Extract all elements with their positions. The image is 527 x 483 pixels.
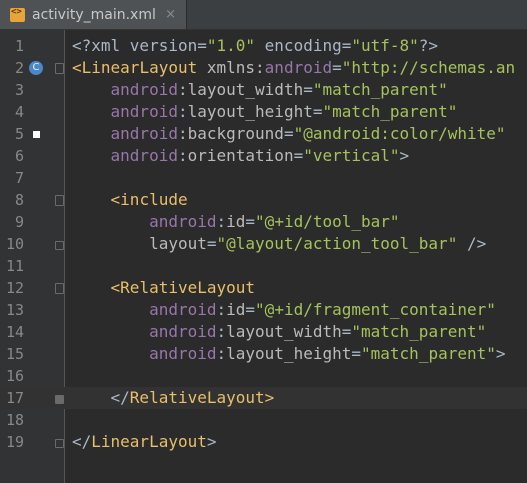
line-number: 6 (14, 147, 24, 165)
line-number: 2 (14, 59, 24, 77)
tab-filename: activity_main.xml (32, 6, 156, 23)
close-icon[interactable]: × (165, 7, 176, 22)
code-line[interactable]: 7 (0, 167, 527, 189)
code-text: android:layout_height="match_parent" (110, 102, 458, 121)
code-line[interactable]: 3 android:layout_width="match_parent" (0, 79, 527, 101)
code-text: android:layout_width="match_parent" (110, 80, 448, 99)
code-text: </LinearLayout> (72, 432, 217, 451)
line-number: 4 (14, 103, 24, 121)
code-line[interactable]: 15 android:layout_height="match_parent"> (0, 343, 527, 365)
line-number: 13 (5, 301, 24, 319)
code-line[interactable]: 8 <include (0, 189, 527, 211)
code-text: <include (110, 190, 188, 209)
fold-end-icon[interactable] (55, 439, 64, 448)
line-number: 1 (14, 37, 24, 55)
code-line[interactable]: 4 android:layout_height="match_parent" (0, 101, 527, 123)
color-swatch-icon[interactable] (33, 131, 40, 138)
code-line[interactable]: 1 <?xml version="1.0" encoding="utf-8"?> (0, 35, 527, 57)
code-line[interactable]: 6 android:orientation="vertical"> (0, 145, 527, 167)
line-number: 19 (5, 433, 24, 451)
code-text: android:layout_height="match_parent"> (149, 344, 506, 363)
tab-activity-main[interactable]: activity_main.xml × (0, 0, 187, 29)
line-number: 18 (5, 411, 24, 429)
line-number: 9 (14, 213, 24, 231)
code-line[interactable]: 18 (0, 409, 527, 431)
code-text: android:id="@+id/fragment_container" (149, 300, 496, 319)
line-number: 15 (5, 345, 24, 363)
line-number: 16 (5, 367, 24, 385)
code-text: android:id="@+id/tool_bar" (149, 212, 400, 231)
code-text: </RelativeLayout> (72, 388, 275, 407)
line-number: 8 (14, 191, 24, 209)
line-number: 5 (14, 125, 24, 143)
code-line[interactable]: 17 </RelativeLayout> (0, 387, 527, 409)
code-text: android:background="@android:color/white… (110, 124, 506, 143)
line-number: 7 (14, 169, 24, 187)
fold-start-icon[interactable] (55, 195, 64, 206)
code-line[interactable]: 5 android:background="@android:color/whi… (0, 123, 527, 145)
xml-file-icon (10, 7, 25, 22)
code-text: <?xml version="1.0" encoding="utf-8"?> (72, 36, 439, 55)
code-text: layout="@layout/action_tool_bar" /> (149, 234, 487, 253)
code-text: <RelativeLayout (110, 278, 256, 297)
class-marker-icon[interactable]: C (29, 61, 43, 75)
line-number: 11 (5, 257, 24, 275)
code-editor[interactable]: 1 <?xml version="1.0" encoding="utf-8"?> 2… (0, 30, 527, 483)
line-number: 10 (5, 235, 24, 253)
fold-end-icon[interactable] (55, 395, 64, 404)
line-number: 14 (5, 323, 24, 341)
fold-start-icon[interactable] (55, 63, 64, 74)
editor-tab-bar: activity_main.xml × (0, 0, 527, 30)
code-text: <LinearLayout xmlns:android="http://sche… (72, 58, 516, 77)
code-line[interactable]: 13 android:id="@+id/fragment_container" (0, 299, 527, 321)
line-number: 3 (14, 81, 24, 99)
code-line[interactable]: 19 </LinearLayout> (0, 431, 527, 453)
code-text: android:orientation="vertical"> (110, 146, 410, 165)
code-line[interactable]: 16 (0, 365, 527, 387)
code-text: android:layout_width="match_parent" (149, 322, 487, 341)
code-line[interactable]: 11 (0, 255, 527, 277)
code-line[interactable]: 2 C <LinearLayout xmlns:android="http://sc… (0, 57, 527, 79)
code-line[interactable]: 14 android:layout_width="match_parent" (0, 321, 527, 343)
code-line[interactable]: 9 android:id="@+id/tool_bar" (0, 211, 527, 233)
code-line[interactable]: 12 <RelativeLayout (0, 277, 527, 299)
line-number: 17 (5, 389, 24, 407)
fold-start-icon[interactable] (55, 283, 64, 294)
line-number: 12 (5, 279, 24, 297)
code-line[interactable]: 10 layout="@layout/action_tool_bar" /> (0, 233, 527, 255)
fold-end-icon[interactable] (55, 241, 64, 250)
